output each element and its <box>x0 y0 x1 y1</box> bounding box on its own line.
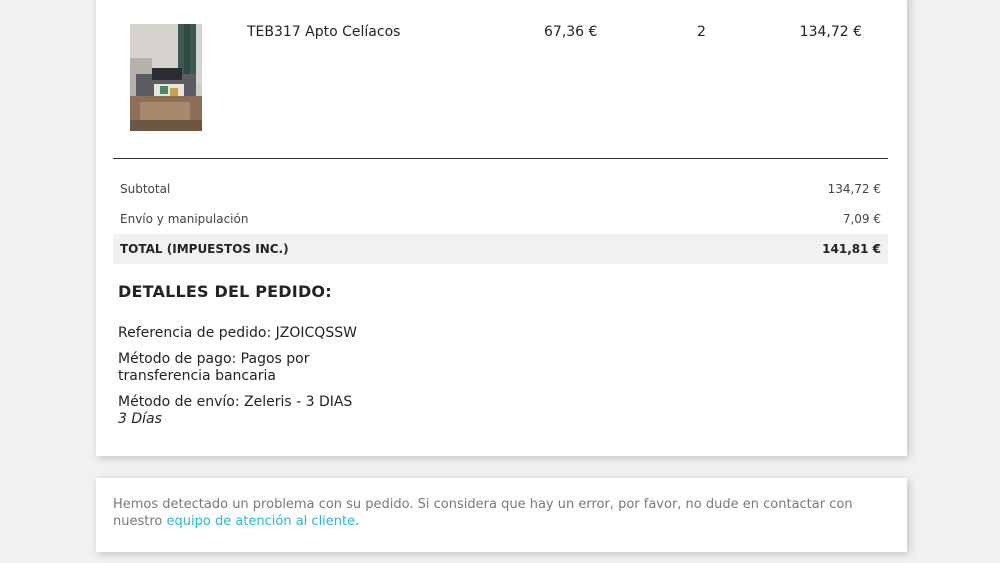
order-details-list: Referencia de pedido: JZOICQSSW Método d… <box>118 325 378 437</box>
product-quantity: 2 <box>697 24 706 40</box>
product-line-total: 134,72 € <box>799 24 862 40</box>
order-reference: Referencia de pedido: JZOICQSSW <box>118 325 357 341</box>
shipping-method-text: Método de envío: Zeleris - 3 DIAS <box>118 394 353 410</box>
shipping-label: Envío y manipulación <box>120 212 249 226</box>
customer-service-link[interactable]: equipo de atención al cliente <box>167 514 356 529</box>
total-row: TOTAL (IMPUESTOS INC.) 141,81 € <box>113 234 888 264</box>
shipping-method: Método de envío: Zeleris - 3 DIAS 3 Días <box>118 394 378 428</box>
total-label: TOTAL (IMPUESTOS INC.) <box>120 242 289 256</box>
order-totals: Subtotal 134,72 € Envío y manipulación 7… <box>113 174 888 264</box>
order-line-item: TEB317 Apto Celíacos 67,36 € 2 134,72 € <box>96 0 907 144</box>
order-details-title: DETALLES DEL PEDIDO: <box>118 282 332 301</box>
payment-method: Método de pago: Pagos por transferencia … <box>118 351 310 384</box>
order-problem-notice: Hemos detectado un problema con su pedid… <box>96 478 907 552</box>
notice-trailing: . <box>355 514 360 529</box>
shipping-value: 7,09 € <box>842 212 881 226</box>
product-name[interactable]: TEB317 Apto Celíacos <box>247 24 400 40</box>
section-divider <box>113 158 888 159</box>
order-confirmation-card: TEB317 Apto Celíacos 67,36 € 2 134,72 € … <box>96 0 907 456</box>
product-unit-price: 67,36 € <box>544 24 598 40</box>
product-image[interactable] <box>130 24 202 131</box>
shipping-method-note: 3 Días <box>118 411 162 427</box>
total-value: 141,81 € <box>822 242 881 256</box>
subtotal-value: 134,72 € <box>827 182 881 196</box>
subtotal-label: Subtotal <box>120 182 171 196</box>
subtotal-row: Subtotal 134,72 € <box>113 174 888 204</box>
shipping-row: Envío y manipulación 7,09 € <box>113 204 888 234</box>
notice-text: Hemos detectado un problema con su pedid… <box>113 496 883 530</box>
